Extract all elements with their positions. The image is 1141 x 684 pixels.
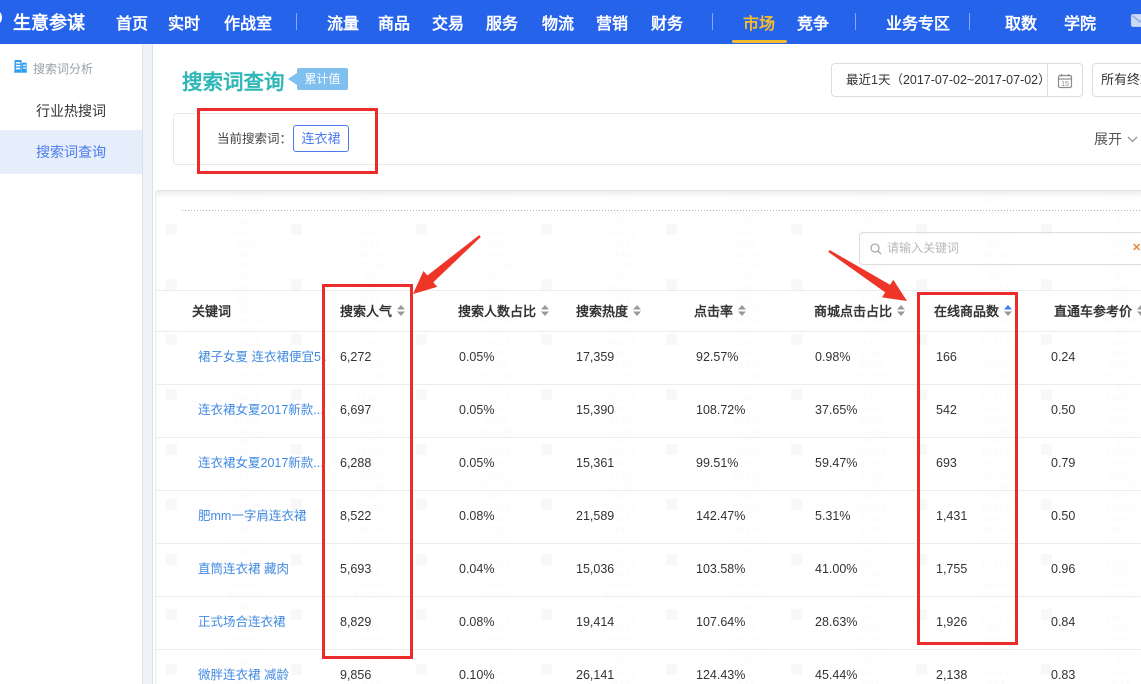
svg-text:15: 15: [1061, 81, 1069, 88]
